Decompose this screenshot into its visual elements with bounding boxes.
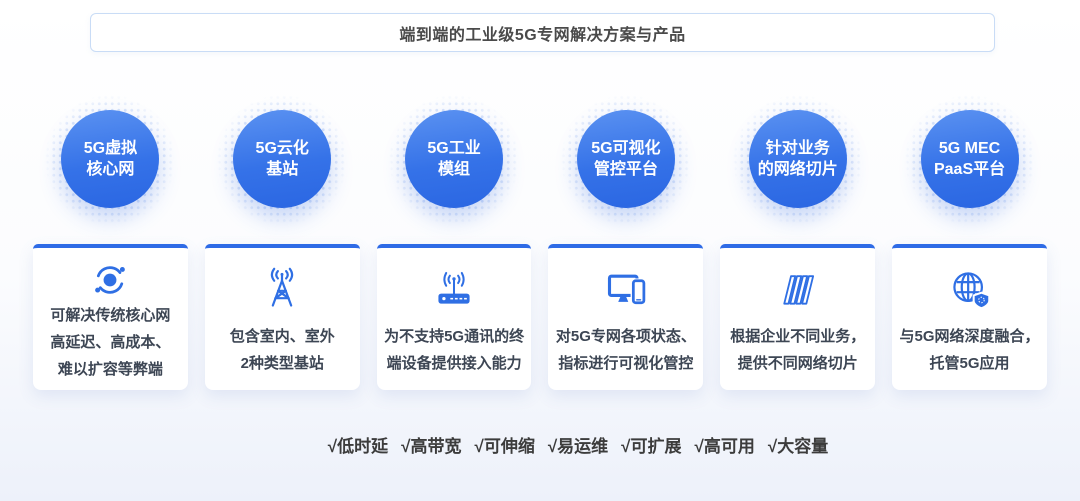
card-5g-mec-paas-platform: 与5G网络深度融合， 托管5G应用 [892, 244, 1047, 390]
card-description: 包含室内、室外 2种类型基站 [230, 320, 335, 390]
capability-tag: √可扩展 [621, 432, 681, 457]
feature-cards-row: 可解决传统核心网 高延迟、高成本、 难以扩容等弊端 包含室内、室外 2种类型基站 [33, 244, 1047, 390]
circle-5g-cloud-base-station: 5G云化 基站 [205, 97, 360, 227]
card-description: 根据企业不同业务， 提供不同网络切片 [730, 320, 865, 390]
card-5g-visual-management-platform: 对5G专网各项状态、 指标进行可视化管控 [548, 244, 703, 390]
capability-tag: √高带宽 [401, 432, 461, 457]
circle-5g-virtual-core-network: 5G虚拟 核心网 [33, 97, 188, 227]
feature-circles-row: 5G虚拟 核心网 5G云化 基站 5G工业 模组 5G可视化 管控平台 针对业务… [33, 97, 1047, 227]
capability-tag: √大容量 [768, 432, 828, 457]
circle-5g-industrial-module: 5G工业 模组 [377, 97, 532, 227]
orbit-icon [88, 258, 132, 302]
monitor-phone-icon [604, 258, 648, 320]
circle-5g-visual-management-platform: 5G可视化 管控平台 [548, 97, 703, 227]
circle-label-line2: 核心网 [86, 159, 134, 180]
router-icon [432, 258, 476, 320]
globe-shield-icon [948, 258, 992, 320]
circle-label-line2: 模组 [438, 159, 470, 180]
circle-label-line1: 5G云化 [256, 138, 309, 159]
circle-label-line1: 针对业务 [766, 138, 830, 159]
card-5g-cloud-base-station: 包含室内、室外 2种类型基站 [205, 244, 360, 390]
card-description: 与5G网络深度融合， 托管5G应用 [900, 320, 1040, 390]
circle-label-line2: 基站 [266, 159, 298, 180]
circle-label-line2: 的网络切片 [758, 159, 838, 180]
page-title: 端到端的工业级5G专网解决方案与产品 [90, 13, 995, 52]
circle-label-line1: 5G MEC [939, 138, 1000, 159]
circle-business-network-slicing: 针对业务 的网络切片 [720, 97, 875, 227]
capability-tag: √易运维 [548, 432, 608, 457]
circle-label-line1: 5G可视化 [591, 138, 660, 159]
card-description: 可解决传统核心网 高延迟、高成本、 难以扩容等弊端 [50, 302, 170, 393]
card-description: 为不支持5G通讯的终 端设备提供接入能力 [384, 320, 524, 390]
capability-tag: √可伸缩 [474, 432, 534, 457]
card-5g-virtual-core-network: 可解决传统核心网 高延迟、高成本、 难以扩容等弊端 [33, 244, 188, 390]
circle-5g-mec-paas-platform: 5G MEC PaaS平台 [892, 97, 1047, 227]
capability-tags: √低时延 √高带宽 √可伸缩 √易运维 √可扩展 √高可用 √大容量 [328, 432, 828, 457]
circle-label-line2: PaaS平台 [934, 159, 1005, 180]
circle-label-line2: 管控平台 [594, 159, 658, 180]
capability-tag: √低时延 [328, 432, 388, 457]
card-description: 对5G专网各项状态、 指标进行可视化管控 [556, 320, 696, 390]
card-5g-industrial-module: 为不支持5G通讯的终 端设备提供接入能力 [377, 244, 532, 390]
circle-label-line1: 5G虚拟 [84, 138, 137, 159]
signal-tower-icon [260, 258, 304, 320]
circle-label-line1: 5G工业 [427, 138, 480, 159]
network-slice-icon [776, 258, 820, 320]
card-business-network-slicing: 根据企业不同业务， 提供不同网络切片 [720, 244, 875, 390]
page-title-text: 端到端的工业级5G专网解决方案与产品 [399, 21, 685, 45]
capability-tag: √高可用 [695, 432, 755, 457]
